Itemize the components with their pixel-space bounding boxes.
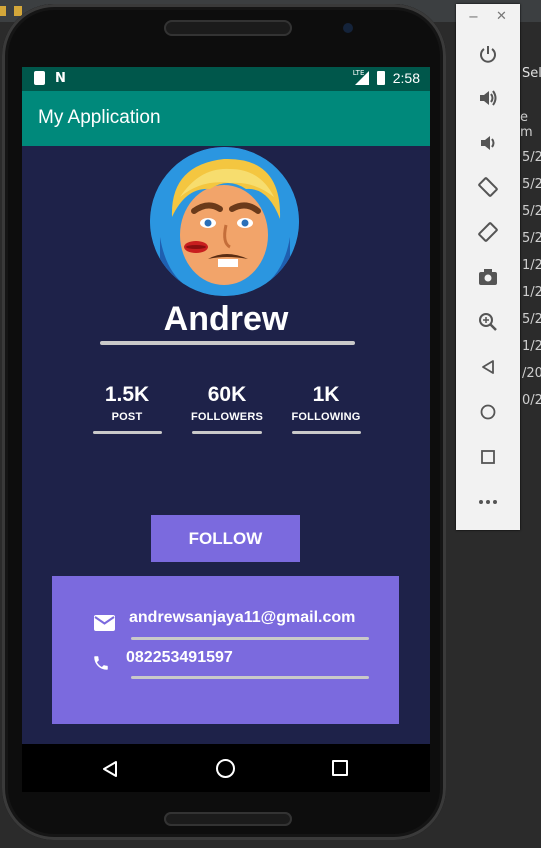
stat-label: POST	[111, 411, 143, 423]
overview-icon	[481, 450, 495, 464]
rotate-left-icon	[478, 177, 498, 197]
home-icon[interactable]	[216, 759, 235, 778]
emulator-overview-button[interactable]	[472, 441, 504, 473]
ide-date: /20	[522, 366, 541, 381]
app-title: My Application	[38, 107, 161, 128]
status-time: 2:58	[392, 70, 420, 86]
ide-date: 5/2	[522, 150, 541, 165]
ide-tab[interactable]: Sel	[522, 66, 541, 81]
more-icon	[479, 500, 497, 504]
ide-date: 1/2	[522, 339, 541, 354]
signal-icon: LTE	[352, 69, 369, 85]
ide-date: 0/2	[522, 393, 541, 408]
email-icon	[94, 615, 115, 631]
stat-value: 1K	[312, 383, 340, 406]
zoom-icon	[479, 313, 497, 331]
power-icon	[480, 46, 496, 63]
name-divider	[100, 341, 355, 345]
phone-divider	[131, 676, 369, 679]
stat-following[interactable]: 1K FOLLOWING	[271, 383, 381, 423]
battery-icon	[376, 71, 385, 85]
zoom-button[interactable]	[472, 306, 504, 338]
rotate-left-button[interactable]	[472, 171, 504, 203]
volume-down-button[interactable]	[472, 127, 504, 159]
home-icon	[480, 404, 496, 420]
phone-icon	[94, 656, 108, 670]
stat-followers[interactable]: 60K FOLLOWERS	[172, 383, 282, 423]
network-label: LTE	[352, 69, 365, 77]
close-icon[interactable]: ✕	[496, 9, 507, 24]
more-button[interactable]	[472, 486, 504, 518]
ide-date: 1/2	[522, 285, 541, 300]
bottom-speaker	[164, 812, 292, 826]
follow-button[interactable]: FOLLOW	[151, 515, 300, 562]
overview-icon[interactable]	[332, 760, 348, 776]
avatar-image	[150, 147, 299, 296]
emulator-back-button[interactable]	[472, 351, 504, 383]
camera-icon	[479, 269, 497, 285]
sd-card-icon	[34, 71, 45, 85]
emulator-home-button[interactable]	[472, 396, 504, 428]
rotate-right-icon	[478, 222, 498, 242]
ide-date: 5/2	[522, 204, 541, 219]
ide-date: 5/2	[522, 177, 541, 192]
ide-date: 5/2	[522, 312, 541, 327]
profile-name: Andrew	[163, 300, 289, 338]
rotate-right-button[interactable]	[472, 216, 504, 248]
stat-divider	[192, 431, 262, 434]
ide-side-text: e m	[520, 110, 533, 140]
back-icon	[482, 360, 494, 374]
back-icon[interactable]	[102, 760, 118, 778]
emulator-controls: − ✕	[456, 4, 520, 530]
contact-card: andrewsanjaya11@gmail.com 082253491597	[52, 576, 399, 724]
minimize-icon[interactable]: −	[468, 10, 479, 25]
stat-divider	[292, 431, 361, 434]
app-bar: My Application	[22, 91, 430, 146]
volume-up-icon	[480, 90, 497, 106]
front-camera	[343, 23, 353, 33]
stat-value: 1.5K	[104, 383, 150, 406]
status-bar: N LTE 2:58	[22, 67, 430, 91]
screenshot-button[interactable]	[472, 261, 504, 293]
top-speaker	[164, 20, 292, 36]
stat-label: FOLLOWERS	[190, 411, 264, 423]
stat-divider	[93, 431, 162, 434]
folder-icon[interactable]	[0, 6, 6, 16]
phone-text[interactable]: 082253491597	[126, 649, 233, 667]
volume-down-icon	[481, 136, 495, 150]
navigation-bar	[22, 744, 430, 792]
stat-post[interactable]: 1.5K POST	[72, 383, 182, 423]
volume-up-button[interactable]	[472, 82, 504, 114]
stat-value: 60K	[207, 383, 247, 406]
email-text[interactable]: andrewsanjaya11@gmail.com	[129, 609, 355, 627]
avatar[interactable]	[150, 147, 299, 296]
phone-screen: N LTE 2:58 My Application Andrew 1.5K PO…	[22, 67, 430, 792]
ide-side-panel: Sel e m 5/2 5/2 5/2 5/2 1/2 1/2 5/2 1/2 …	[520, 60, 541, 460]
power-button[interactable]	[472, 38, 504, 70]
notification-n-icon: N	[55, 71, 66, 86]
stat-label: FOLLOWING	[291, 411, 361, 423]
ide-date: 5/2	[522, 231, 541, 246]
ide-date: 1/2	[522, 258, 541, 273]
email-divider	[131, 637, 369, 640]
